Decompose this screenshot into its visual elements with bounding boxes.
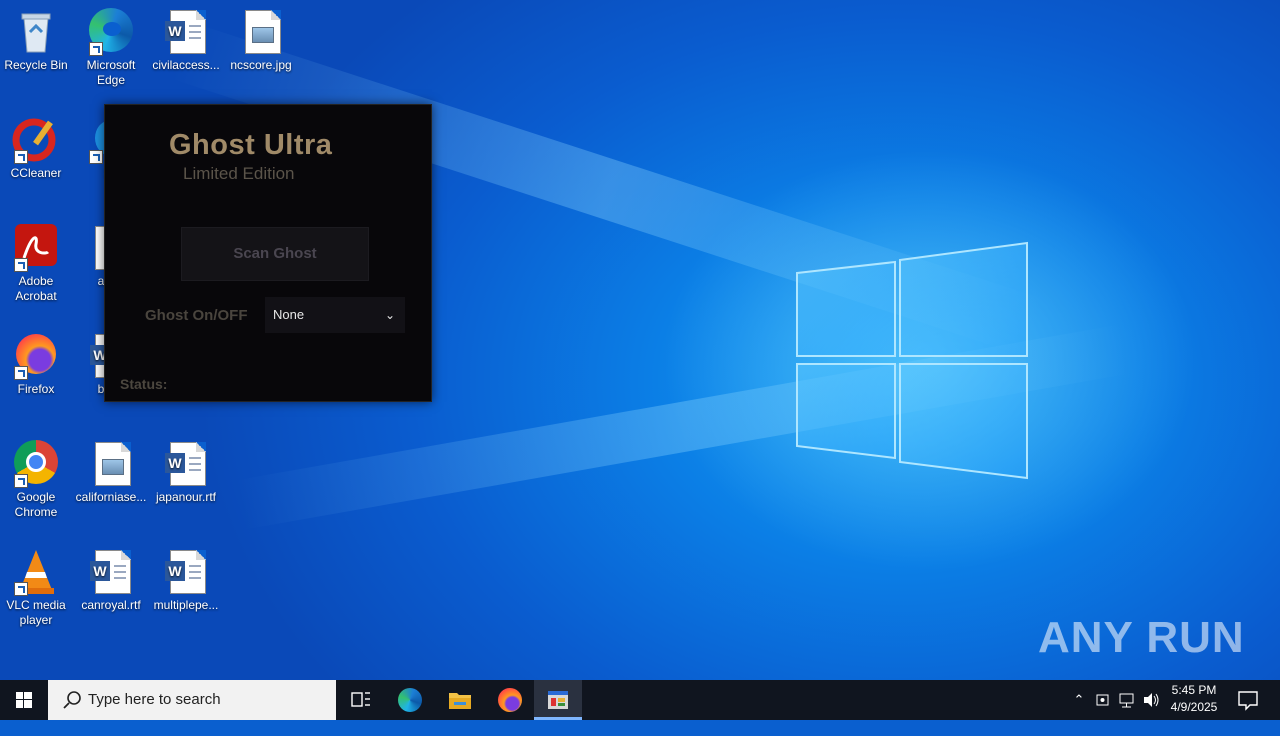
volume-icon	[1144, 693, 1159, 707]
device-icon	[1096, 694, 1109, 706]
scan-ghost-button[interactable]: Scan Ghost	[181, 227, 369, 281]
firefox-icon	[498, 688, 522, 712]
desktop-icon-google-chrome[interactable]: Google Chrome	[0, 440, 72, 520]
tray-device-icon[interactable]	[1092, 680, 1114, 720]
desktop-icon-japanour[interactable]: W japanour.rtf	[150, 440, 222, 505]
taskbar-firefox[interactable]	[486, 680, 534, 720]
taskbar-search-box[interactable]: Type here to search	[48, 680, 336, 720]
desktop-icon-californiase[interactable]: californiase...	[75, 440, 147, 505]
edge-icon	[87, 8, 135, 56]
desktop-icon-ccleaner[interactable]: CCleaner	[0, 116, 72, 181]
select-value: None	[273, 307, 305, 322]
word-document-icon: W	[87, 548, 135, 596]
ghost-ultra-window[interactable]: Ghost Ultra Limited Edition Scan Ghost G…	[104, 104, 432, 402]
taskbar-edge[interactable]	[386, 680, 434, 720]
start-button[interactable]	[0, 680, 48, 720]
clock-time: 5:45 PM	[1171, 683, 1217, 697]
icon-label: japanour.rtf	[155, 490, 217, 504]
ccleaner-icon	[12, 116, 60, 164]
folder-icon	[449, 693, 471, 709]
icon-label: Adobe Acrobat	[15, 274, 57, 303]
recycle-bin-icon	[12, 8, 60, 56]
desktop-icon-firefox[interactable]: Firefox	[0, 332, 72, 397]
vlc-icon	[12, 548, 60, 596]
windows-start-icon	[16, 692, 32, 708]
word-document-icon: W	[162, 440, 210, 488]
ghost-toggle-label: Ghost On/OFF	[145, 307, 248, 324]
network-icon	[1119, 693, 1134, 708]
icon-label: Microsoft Edge	[86, 58, 136, 87]
icon-label: Recycle Bin	[4, 58, 68, 72]
chrome-icon	[12, 440, 60, 488]
task-view-icon	[351, 692, 370, 707]
desktop-icon-multiplepe[interactable]: W multiplepe...	[150, 548, 222, 613]
app-title: Ghost Ultra	[169, 129, 333, 161]
icon-label: CCleaner	[10, 166, 62, 180]
app-subtitle: Limited Edition	[183, 164, 295, 183]
desktop-icon-adobe-acrobat[interactable]: Adobe Acrobat	[0, 224, 72, 304]
desktop-icon-civilaccess[interactable]: W civilaccess...	[150, 8, 222, 73]
taskbar-ghost-ultra[interactable]	[534, 680, 582, 720]
tray-volume-icon[interactable]	[1140, 680, 1162, 720]
clock-date: 4/9/2025	[1170, 700, 1218, 714]
desktop-icon-canroyal[interactable]: W canroyal.rtf	[75, 548, 147, 613]
icon-label: ncscore.jpg	[230, 58, 292, 72]
taskbar-clock[interactable]: 5:45 PM 4/9/2025	[1162, 682, 1226, 716]
icon-label: multiplepe...	[153, 598, 219, 612]
anyrun-watermark: ANY RUN	[1038, 613, 1245, 662]
app-window-icon	[548, 691, 568, 709]
image-file-icon	[237, 8, 285, 56]
desktop-icon-vlc[interactable]: VLC media player	[0, 548, 72, 628]
word-document-icon: W	[162, 8, 210, 56]
icon-label: canroyal.rtf	[81, 598, 141, 612]
desktop-icon-ncscore[interactable]: ncscore.jpg	[225, 8, 297, 73]
icon-label: Google Chrome	[14, 490, 58, 519]
chevron-down-icon: ⌄	[384, 308, 395, 322]
firefox-icon	[12, 332, 60, 380]
icon-label: Firefox	[17, 382, 55, 396]
chevron-up-icon: ⌃	[1073, 692, 1085, 707]
desktop-icon-microsoft-edge[interactable]: Microsoft Edge	[75, 8, 147, 88]
edge-icon	[398, 688, 422, 712]
icon-label: civilaccess...	[152, 58, 220, 72]
action-center-button[interactable]	[1230, 680, 1266, 720]
notification-icon	[1238, 691, 1258, 711]
image-file-icon	[87, 440, 135, 488]
word-document-icon: W	[162, 548, 210, 596]
task-view-button[interactable]	[336, 680, 384, 720]
show-hidden-icons-button[interactable]: ⌃	[1068, 680, 1090, 720]
acrobat-icon	[12, 224, 60, 272]
status-label: Status:	[120, 376, 168, 392]
icon-label: VLC media player	[6, 598, 66, 627]
taskbar: Type here to search ⌃ 5:45 PM 4/9/2025	[0, 680, 1280, 720]
search-placeholder: Type here to search	[88, 691, 221, 708]
tray-network-icon[interactable]	[1116, 680, 1138, 720]
taskbar-file-explorer[interactable]	[436, 680, 484, 720]
ghost-mode-select[interactable]: None ⌄	[265, 297, 405, 333]
desktop-icon-recycle-bin[interactable]: Recycle Bin	[0, 8, 72, 73]
icon-label: californiase...	[75, 490, 147, 504]
